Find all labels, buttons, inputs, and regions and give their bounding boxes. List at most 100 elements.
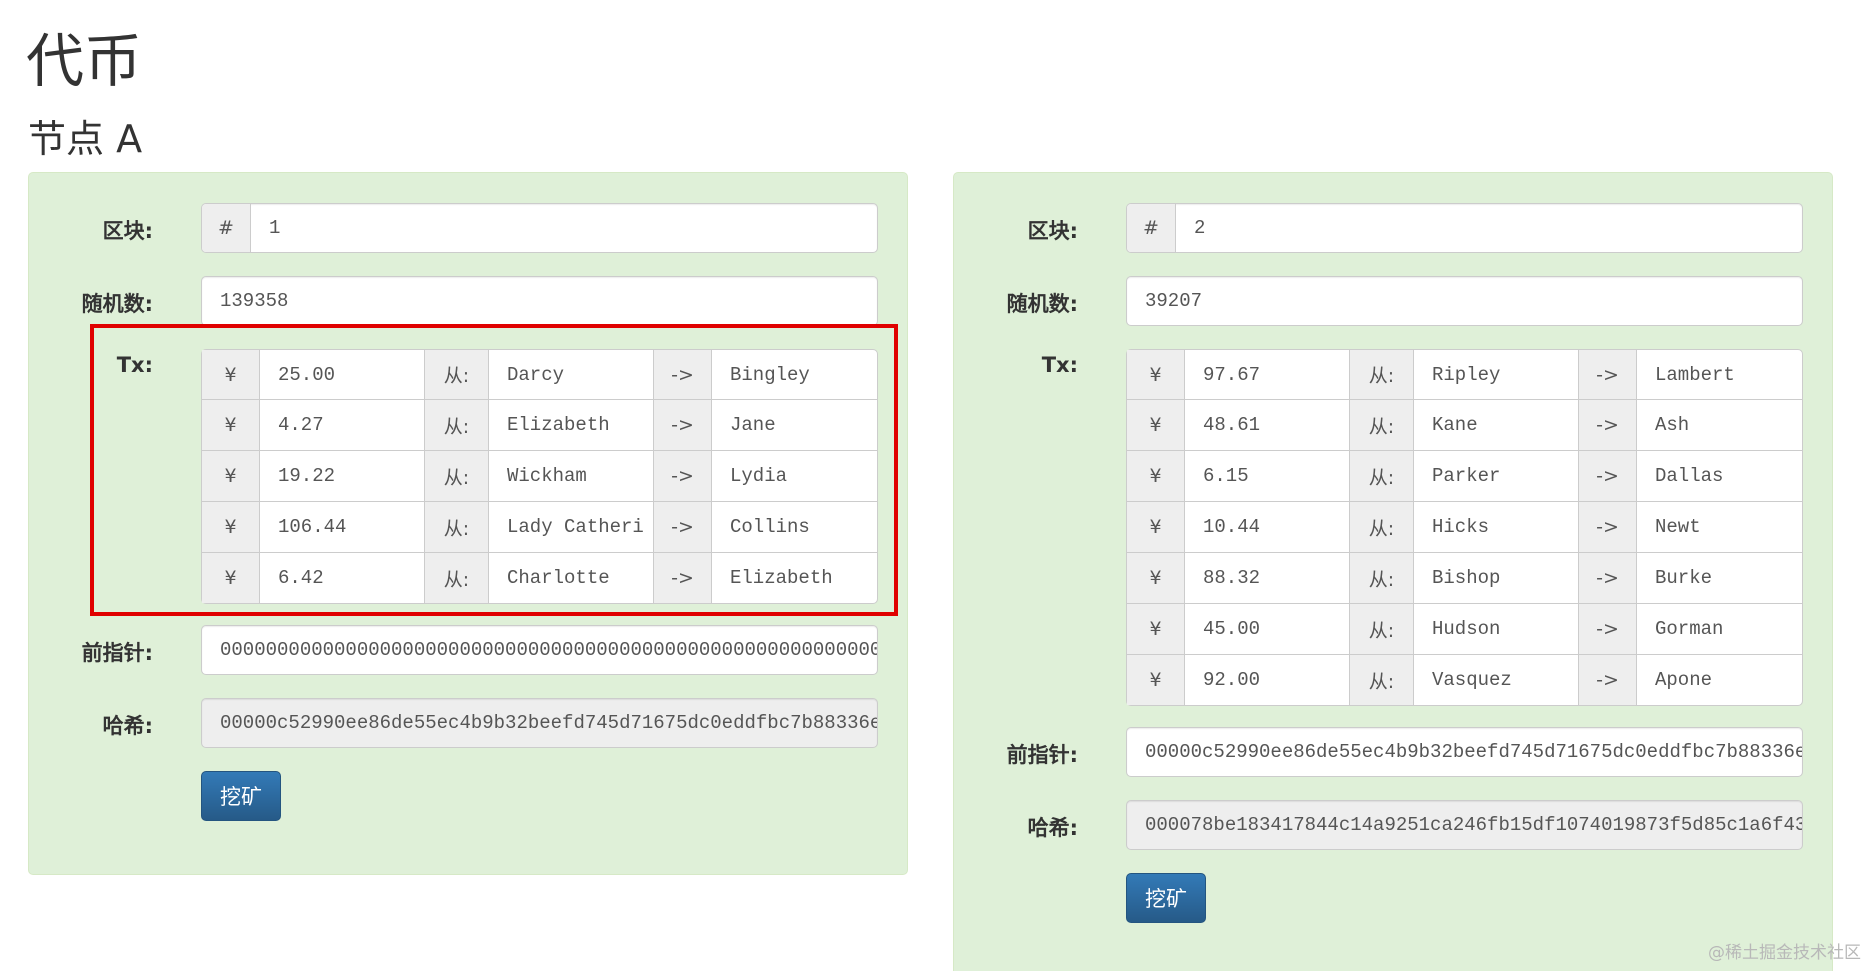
tx-sender-input[interactable]: Hudson [1414,604,1579,654]
arrow-addon: -> [1579,451,1637,501]
watermark: @稀土掘金技术社区 [1708,943,1861,963]
tx-item: ¥ 92.00 从: Vasquez -> Apone [1126,655,1803,706]
nonce-value[interactable]: 39207 [1127,277,1802,325]
tx-amount-input[interactable]: 25.00 [260,350,425,399]
arrow-addon: -> [1579,553,1637,603]
tx-amount-input[interactable]: 92.00 [1185,655,1350,705]
tx-receiver-input[interactable]: Apone [1637,655,1802,705]
tx-receiver-input[interactable]: Newt [1637,502,1802,552]
block-number-value[interactable]: 2 [1176,204,1802,252]
yen-addon: ¥ [1127,655,1185,705]
tx-item: ¥ 88.32 从: Bishop -> Burke [1126,553,1803,604]
arrow-addon: -> [654,350,712,399]
hash-sign-addon: # [1127,204,1176,252]
nonce-field[interactable]: 139358 [201,276,878,326]
block-label: 区块: [102,219,153,243]
tx-receiver-input[interactable]: Burke [1637,553,1802,603]
from-addon: 从: [1350,350,1414,399]
from-addon: 从: [1350,655,1414,705]
tx-sender-input[interactable]: Vasquez [1414,655,1579,705]
yen-addon: ¥ [1127,350,1185,399]
node-title: 节点 A [28,117,143,161]
from-addon: 从: [1350,553,1414,603]
from-addon: 从: [1350,400,1414,450]
tx-label: Tx: [116,353,153,377]
nonce-value[interactable]: 139358 [202,277,877,325]
arrow-addon: -> [1579,655,1637,705]
yen-addon: ¥ [202,502,260,552]
hash-label: 哈希: [102,714,153,738]
tx-sender-input[interactable]: Lady Catheri [489,502,654,552]
mine-button[interactable]: 挖矿 [201,771,281,821]
tx-sender-input[interactable]: Hicks [1414,502,1579,552]
nonce-label: 随机数: [1006,292,1078,316]
nonce-label: 随机数: [81,292,153,316]
hash-sign-addon: # [202,204,251,252]
tx-item: ¥ 10.44 从: Hicks -> Newt [1126,502,1803,553]
tx-sender-input[interactable]: Wickham [489,451,654,501]
block-number-field[interactable]: # 1 [201,203,878,253]
tx-table: ¥ 25.00 从: Darcy -> Bingley ¥ 4.27 从: El… [201,349,878,604]
nonce-field[interactable]: 39207 [1126,276,1803,326]
tx-amount-input[interactable]: 10.44 [1185,502,1350,552]
tx-amount-input[interactable]: 97.67 [1185,350,1350,399]
tx-amount-input[interactable]: 106.44 [260,502,425,552]
tx-receiver-input[interactable]: Jane [712,400,877,450]
tx-receiver-input[interactable]: Ash [1637,400,1802,450]
from-addon: 从: [1350,451,1414,501]
hash-value: 000078be183417844c14a9251ca246fb15df1074… [1145,814,1802,836]
prev-label: 前指针: [81,641,153,665]
tx-receiver-input[interactable]: Lydia [712,451,877,501]
tx-amount-input[interactable]: 88.32 [1185,553,1350,603]
prev-value[interactable]: 00000c52990ee86de55ec4b9b32beefd745d7167… [1127,728,1802,776]
yen-addon: ¥ [1127,604,1185,654]
tx-item: ¥ 4.27 从: Elizabeth -> Jane [201,400,878,451]
hash-field: 000078be183417844c14a9251ca246fb15df1074… [1126,800,1803,850]
tx-item: ¥ 6.42 从: Charlotte -> Elizabeth [201,553,878,604]
hash-value: 00000c52990ee86de55ec4b9b32beefd745d7167… [220,712,877,734]
tx-item: ¥ 45.00 从: Hudson -> Gorman [1126,604,1803,655]
from-addon: 从: [1350,502,1414,552]
tx-amount-input[interactable]: 6.42 [260,553,425,603]
tx-item: ¥ 48.61 从: Kane -> Ash [1126,400,1803,451]
tx-sender-input[interactable]: Parker [1414,451,1579,501]
yen-addon: ¥ [202,350,260,399]
arrow-addon: -> [1579,400,1637,450]
tx-receiver-input[interactable]: Dallas [1637,451,1802,501]
yen-addon: ¥ [1127,553,1185,603]
yen-addon: ¥ [1127,502,1185,552]
tx-receiver-input[interactable]: Lambert [1637,350,1802,399]
arrow-addon: -> [1579,604,1637,654]
block-number-value[interactable]: 1 [251,204,877,252]
hash-label: 哈希: [1027,816,1078,840]
mine-button[interactable]: 挖矿 [1126,873,1206,923]
tx-amount-input[interactable]: 48.61 [1185,400,1350,450]
tx-amount-input[interactable]: 19.22 [260,451,425,501]
tx-sender-input[interactable]: Kane [1414,400,1579,450]
from-addon: 从: [425,451,489,501]
tx-amount-input[interactable]: 45.00 [1185,604,1350,654]
tx-receiver-input[interactable]: Collins [712,502,877,552]
tx-receiver-input[interactable]: Gorman [1637,604,1802,654]
tx-item: ¥ 106.44 从: Lady Catheri -> Collins [201,502,878,553]
from-addon: 从: [1350,604,1414,654]
tx-amount-input[interactable]: 4.27 [260,400,425,450]
tx-item: ¥ 6.15 从: Parker -> Dallas [1126,451,1803,502]
tx-receiver-input[interactable]: Elizabeth [712,553,877,603]
block-number-field[interactable]: # 2 [1126,203,1803,253]
prev-field[interactable]: 0000000000000000000000000000000000000000… [201,625,878,675]
prev-value[interactable]: 0000000000000000000000000000000000000000… [202,626,877,674]
prev-field[interactable]: 00000c52990ee86de55ec4b9b32beefd745d7167… [1126,727,1803,777]
from-addon: 从: [425,553,489,603]
yen-addon: ¥ [202,400,260,450]
tx-sender-input[interactable]: Ripley [1414,350,1579,399]
tx-receiver-input[interactable]: Bingley [712,350,877,399]
tx-sender-input[interactable]: Charlotte [489,553,654,603]
page-title: 代币 [26,27,143,95]
tx-sender-input[interactable]: Darcy [489,350,654,399]
tx-sender-input[interactable]: Elizabeth [489,400,654,450]
tx-sender-input[interactable]: Bishop [1414,553,1579,603]
yen-addon: ¥ [202,451,260,501]
yen-addon: ¥ [1127,400,1185,450]
tx-amount-input[interactable]: 6.15 [1185,451,1350,501]
